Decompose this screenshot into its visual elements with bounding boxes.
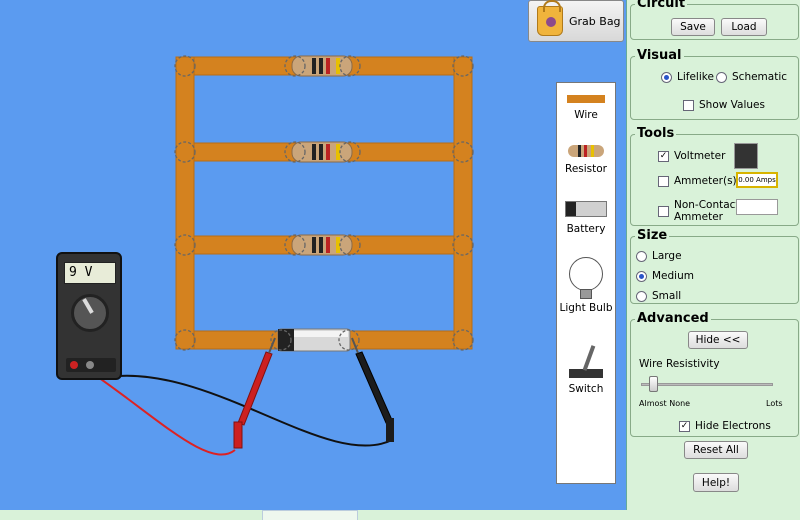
- hide-electrons-label: Hide Electrons: [695, 420, 771, 432]
- bottom-bar: [0, 510, 800, 520]
- resistor-3: [291, 234, 353, 256]
- ammeter-checkbox[interactable]: [658, 175, 669, 187]
- help-button[interactable]: Help!: [693, 473, 739, 492]
- advanced-group: Advanced Hide << Wire Resistivity Almost…: [630, 311, 799, 437]
- resistor-2: [291, 141, 353, 163]
- size-large-label: Large: [652, 250, 682, 262]
- voltmeter-thumbnail-icon: [734, 143, 758, 169]
- ammeter-thumbnail-icon: 0.00 Amps: [736, 172, 778, 188]
- wire-icon: [567, 95, 605, 103]
- circuit-group: Circuit Save Load: [630, 0, 799, 40]
- red-probe: [233, 337, 276, 449]
- toolbox-light-bulb[interactable]: Light Bulb: [557, 257, 615, 314]
- noncontact-checkbox[interactable]: [658, 205, 669, 217]
- schematic-label: Schematic: [732, 71, 788, 83]
- lifelike-radio[interactable]: [661, 71, 672, 83]
- slider-max-label: Lots: [766, 399, 783, 408]
- save-button[interactable]: Save: [671, 18, 715, 36]
- size-medium-label: Medium: [652, 270, 694, 282]
- grab-bag-label: Grab Bag: [569, 14, 621, 28]
- load-button[interactable]: Load: [721, 18, 767, 36]
- voltmeter-jacks: [66, 358, 116, 372]
- size-group: Size Large Medium Small: [630, 228, 799, 304]
- voltmeter-label: Voltmeter: [674, 150, 726, 162]
- noncontact-label-1: Non-Contact: [674, 199, 740, 211]
- voltmeter-option[interactable]: ✓ Voltmeter: [658, 150, 725, 162]
- show-values-option[interactable]: Show Values: [683, 99, 765, 111]
- toolbox-wire[interactable]: Wire: [557, 95, 615, 121]
- size-large-option[interactable]: Large: [636, 250, 682, 262]
- circuit-canvas[interactable]: 9 V Grab Bag Wire Resistor Battery Light…: [0, 0, 626, 510]
- noncontact-thumbnail-icon: [736, 199, 778, 215]
- show-values-label: Show Values: [699, 99, 765, 111]
- voltmeter[interactable]: 9 V: [56, 252, 122, 380]
- voltage-reading: 9 V: [69, 265, 93, 280]
- tools-title: Tools: [635, 126, 677, 141]
- hide-advanced-button[interactable]: Hide <<: [688, 331, 748, 349]
- size-small-option[interactable]: Small: [636, 290, 681, 302]
- lifelike-label: Lifelike: [677, 71, 714, 83]
- ammeter-readout: 0.00 Amps: [738, 176, 776, 184]
- size-small-label: Small: [652, 290, 682, 302]
- ammeter-label: Ammeter(s): [674, 175, 737, 187]
- grab-bag-button[interactable]: Grab Bag: [528, 0, 624, 42]
- resistor-icon: [568, 145, 604, 157]
- voltmeter-display: 9 V: [64, 262, 116, 284]
- hide-electrons-checkbox[interactable]: ✓: [679, 420, 690, 432]
- size-large-radio[interactable]: [636, 250, 647, 262]
- size-medium-radio[interactable]: [636, 270, 647, 282]
- reset-all-button[interactable]: Reset All: [684, 441, 748, 459]
- wire-label: Wire: [574, 109, 598, 121]
- schematic-option[interactable]: Schematic: [716, 71, 787, 83]
- noncontact-ammeter-option[interactable]: Non-Contact Ammeter: [658, 199, 740, 223]
- light-bulb-icon: [569, 257, 603, 291]
- battery-label: Battery: [566, 223, 606, 235]
- component-toolbox: Wire Resistor Battery Light Bulb Switch: [556, 82, 616, 484]
- black-probe: [351, 337, 394, 442]
- switch-label: Switch: [568, 383, 604, 395]
- size-title: Size: [635, 228, 670, 243]
- wire-left: [175, 56, 195, 350]
- hide-electrons-option[interactable]: ✓ Hide Electrons: [679, 420, 771, 432]
- bottom-tab[interactable]: [262, 510, 358, 520]
- visual-title: Visual: [635, 48, 684, 63]
- light-bulb-label: Light Bulb: [559, 302, 613, 314]
- toolbox-resistor[interactable]: Resistor: [557, 145, 615, 175]
- lifelike-option[interactable]: Lifelike: [661, 71, 714, 83]
- switch-icon: [567, 343, 605, 379]
- battery-icon: [565, 201, 607, 217]
- toolbox-battery[interactable]: Battery: [557, 201, 615, 235]
- size-small-radio[interactable]: [636, 290, 647, 302]
- resistor-1: [291, 55, 353, 77]
- wire-resistivity-label: Wire Resistivity: [639, 358, 720, 370]
- control-panel: Circuit Save Load Visual Lifelike Schema…: [626, 0, 800, 510]
- visual-group: Visual Lifelike Schematic Show Values: [630, 48, 799, 120]
- slider-min-label: Almost None: [639, 399, 691, 408]
- show-values-checkbox[interactable]: [683, 99, 694, 111]
- shopping-bag-icon: [537, 0, 563, 36]
- wire-right: [453, 56, 473, 350]
- tools-group: Tools ✓ Voltmeter Ammeter(s) 0.00 Amps N…: [630, 126, 799, 226]
- resistor-label: Resistor: [565, 163, 607, 175]
- advanced-title: Advanced: [635, 311, 711, 326]
- wire-resistivity-slider-thumb[interactable]: [649, 376, 659, 392]
- ammeter-option[interactable]: Ammeter(s): [658, 175, 737, 187]
- size-medium-option[interactable]: Medium: [636, 270, 694, 282]
- voltmeter-checkbox[interactable]: ✓: [658, 150, 669, 162]
- schematic-radio[interactable]: [716, 71, 727, 83]
- circuit-title: Circuit: [635, 0, 688, 11]
- wire-resistivity-slider[interactable]: [641, 383, 773, 386]
- toolbox-switch[interactable]: Switch: [557, 343, 615, 395]
- noncontact-label-2: Ammeter: [674, 211, 723, 223]
